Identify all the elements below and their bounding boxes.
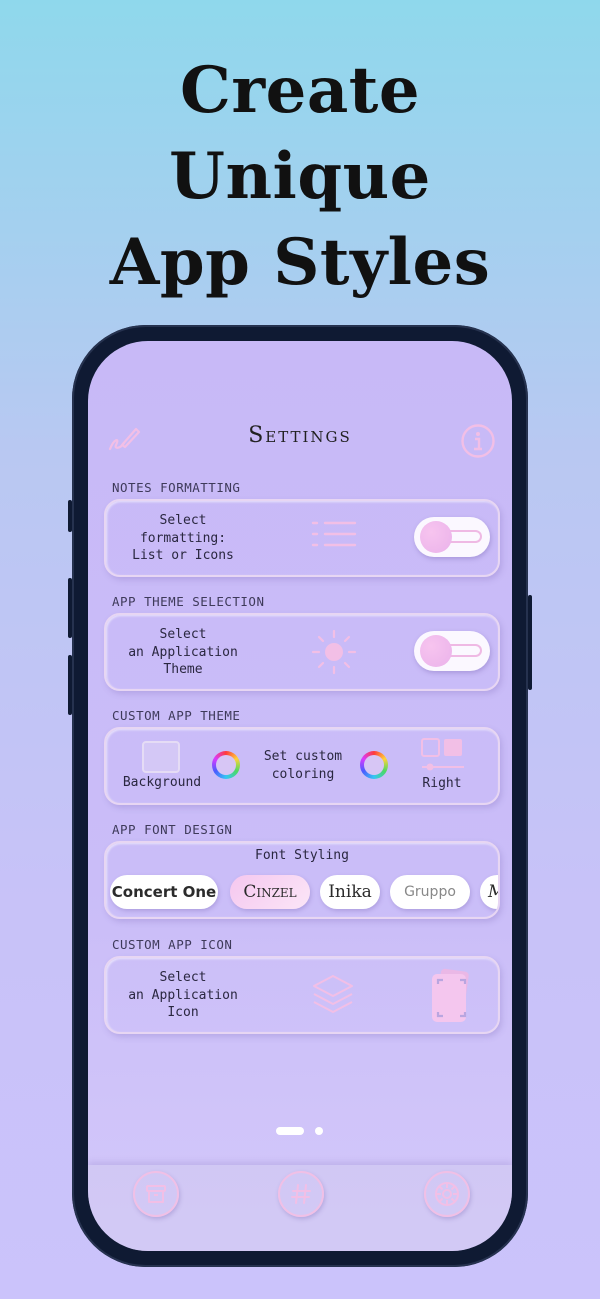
toggle-knob (420, 521, 452, 553)
custom-theme-card: Background Set custom coloring Right (104, 727, 500, 805)
icon-text-line-3: Icon (167, 1005, 199, 1020)
background-swatch[interactable] (142, 741, 180, 773)
theme-text-line-2: an Application (128, 644, 238, 660)
font-chip-concert-one[interactable]: Concert One (110, 875, 218, 909)
section-label-notes: NOTES FORMATTING (112, 480, 241, 495)
font-chip-cinzel[interactable]: Cinzel (230, 875, 310, 909)
layout-alignment-icon[interactable] (420, 737, 466, 779)
page-title: Settings (248, 423, 352, 448)
notes-formatting-card[interactable]: Select formatting: List or Icons (104, 499, 500, 577)
app-icon-card[interactable]: Select an Application Icon (104, 956, 500, 1034)
info-icon[interactable] (460, 423, 496, 459)
hashtag-icon[interactable] (278, 1171, 324, 1217)
app-theme-card[interactable]: Select an Application Theme (104, 613, 500, 691)
icon-text-line-2: an Application (128, 987, 238, 1003)
section-label-font: APP FONT DESIGN (112, 822, 233, 837)
font-styling-heading: Font Styling (255, 848, 349, 863)
icon-text-line-1: Select (159, 970, 207, 985)
font-chip-inika[interactable]: Inika (320, 875, 380, 909)
set-custom-line-1: Set custom (263, 749, 343, 764)
headline-line-2: Unique (169, 139, 431, 214)
pager-dot[interactable] (315, 1127, 323, 1135)
notes-text-line-2: formatting: (139, 530, 227, 546)
sun-icon (311, 629, 357, 679)
notes-text-line-3: List or Icons (132, 548, 234, 563)
notes-formatting-toggle[interactable] (414, 517, 490, 557)
theme-text: Select an Application Theme (118, 626, 248, 679)
section-label-icon: CUSTOM APP ICON (112, 937, 233, 952)
notes-text-line-1: Select (159, 513, 207, 528)
phone-frame: Settings NOTES FORMATTING Select formatt… (72, 325, 528, 1267)
section-label-custom: CUSTOM APP THEME (112, 708, 241, 723)
list-icon (311, 519, 357, 561)
theme-text-line-1: Select (159, 627, 207, 642)
color-wheel-icon-left[interactable] (212, 751, 240, 779)
font-chip-gruppo[interactable]: Gruppo (390, 875, 470, 909)
notes-formatting-text: Select formatting: List or Icons (118, 512, 248, 565)
bottom-tab-bar (88, 1165, 512, 1251)
headline-line-1: Create (179, 53, 421, 128)
color-wheel-icon-right[interactable] (360, 751, 388, 779)
app-icon-text: Select an Application Icon (118, 969, 248, 1022)
phone-power-button (528, 595, 532, 690)
theme-text-line-3: Theme (163, 662, 203, 677)
promo-headline: Create Unique App Styles (0, 48, 600, 306)
alignment-label: Right (422, 776, 462, 791)
settings-gear-icon[interactable] (424, 1171, 470, 1217)
font-chip-partial[interactable]: M (480, 875, 498, 909)
app-screen: Settings NOTES FORMATTING Select formatt… (88, 341, 512, 1251)
app-theme-toggle[interactable] (414, 631, 490, 671)
set-custom-line-2: coloring (271, 766, 335, 782)
app-icon-preview-icon[interactable] (428, 968, 474, 1030)
font-design-card: Font Styling Concert One Cinzel Inika Gr… (104, 841, 500, 919)
headline-line-3: App Styles (109, 225, 491, 300)
archive-icon[interactable] (133, 1171, 179, 1217)
pager-dot-active[interactable] (276, 1127, 304, 1135)
layers-icon (310, 972, 356, 1022)
set-custom-coloring-text: Set custom coloring (252, 748, 354, 783)
section-label-theme: APP THEME SELECTION (112, 594, 265, 609)
background-label: Background (122, 775, 202, 790)
toggle-knob (420, 635, 452, 667)
